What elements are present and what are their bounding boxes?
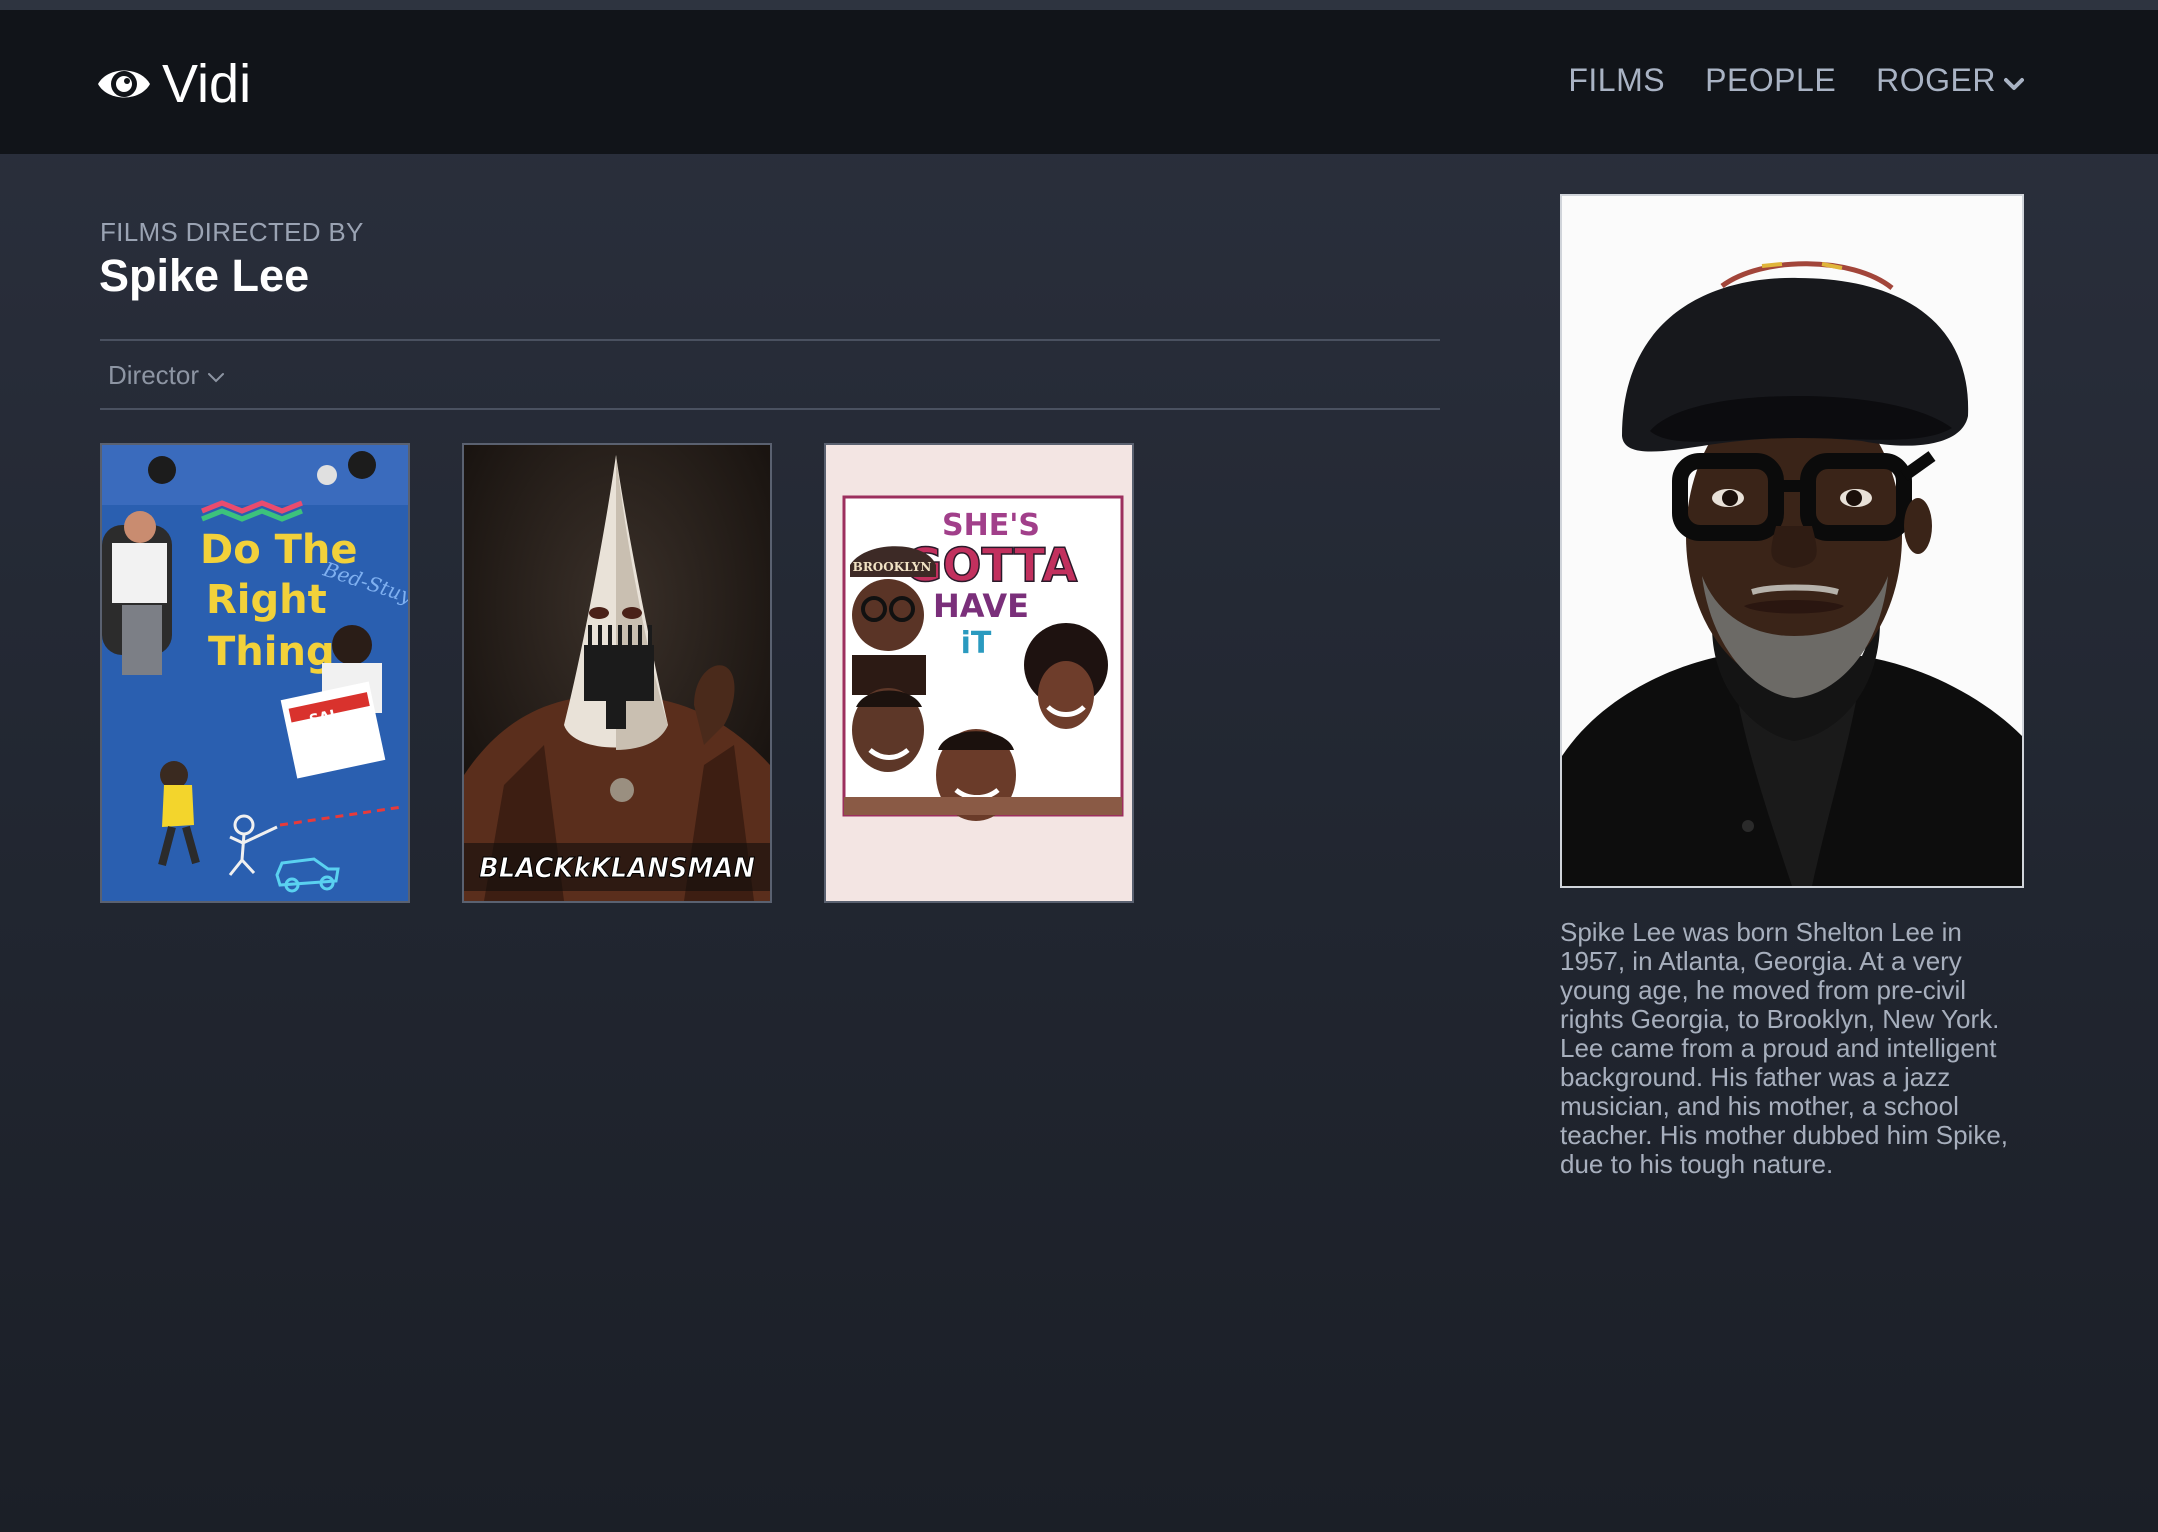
poster-title-line-4: iT — [961, 626, 992, 661]
nav-films[interactable]: FILMS — [1568, 62, 1665, 99]
cap-text: BROOKLYN — [853, 560, 932, 574]
role-filter-label: Director — [108, 360, 200, 390]
poster-artwork: BLACKkKLANSMAN — [464, 445, 770, 901]
app-logo[interactable]: Vidi — [96, 56, 251, 112]
person-portrait — [1560, 194, 2024, 888]
film-poster-do-the-right-thing[interactable]: Do The Right Thing Bed-Stuy SAL — [100, 443, 410, 903]
page-title: Spike Lee — [99, 250, 310, 301]
poster-artwork: SHE'S GOTTA HAVE iT BROOKLYN — [826, 445, 1132, 901]
person-bio: Spike Lee was born Shelton Lee in 1957, … — [1560, 917, 2009, 1179]
portrait-photo — [1562, 196, 2022, 886]
app-name: Vidi — [162, 54, 252, 114]
user-menu[interactable]: ROGER — [1876, 62, 2024, 99]
divider-bottom — [100, 408, 1440, 410]
chevron-down-icon — [207, 360, 225, 391]
chevron-down-icon — [2004, 62, 2024, 99]
poster-title-line-2: Right — [206, 577, 327, 623]
poster-title-line-3: HAVE — [933, 587, 1029, 625]
poster-artwork: Do The Right Thing Bed-Stuy SAL — [102, 445, 408, 901]
divider-top — [100, 339, 1440, 341]
poster-title: BLACKkKLANSMAN — [479, 851, 755, 884]
poster-title-line-3: Thing — [208, 629, 335, 675]
window-top-strip — [0, 0, 2158, 10]
nav-people[interactable]: PEOPLE — [1705, 62, 1836, 99]
user-name: ROGER — [1876, 62, 1996, 98]
role-filter-dropdown[interactable]: Director — [108, 360, 225, 391]
film-poster-blackkklansman[interactable]: BLACKkKLANSMAN — [462, 443, 772, 903]
page-subtitle: FILMS DIRECTED BY — [100, 217, 364, 247]
top-navbar: Vidi FILMS PEOPLE ROGER — [0, 10, 2158, 154]
eye-icon — [96, 61, 152, 107]
main-nav: FILMS PEOPLE ROGER — [1528, 62, 2024, 99]
film-poster-shes-gotta-have-it[interactable]: SHE'S GOTTA HAVE iT BROOKLYN — [824, 443, 1134, 903]
